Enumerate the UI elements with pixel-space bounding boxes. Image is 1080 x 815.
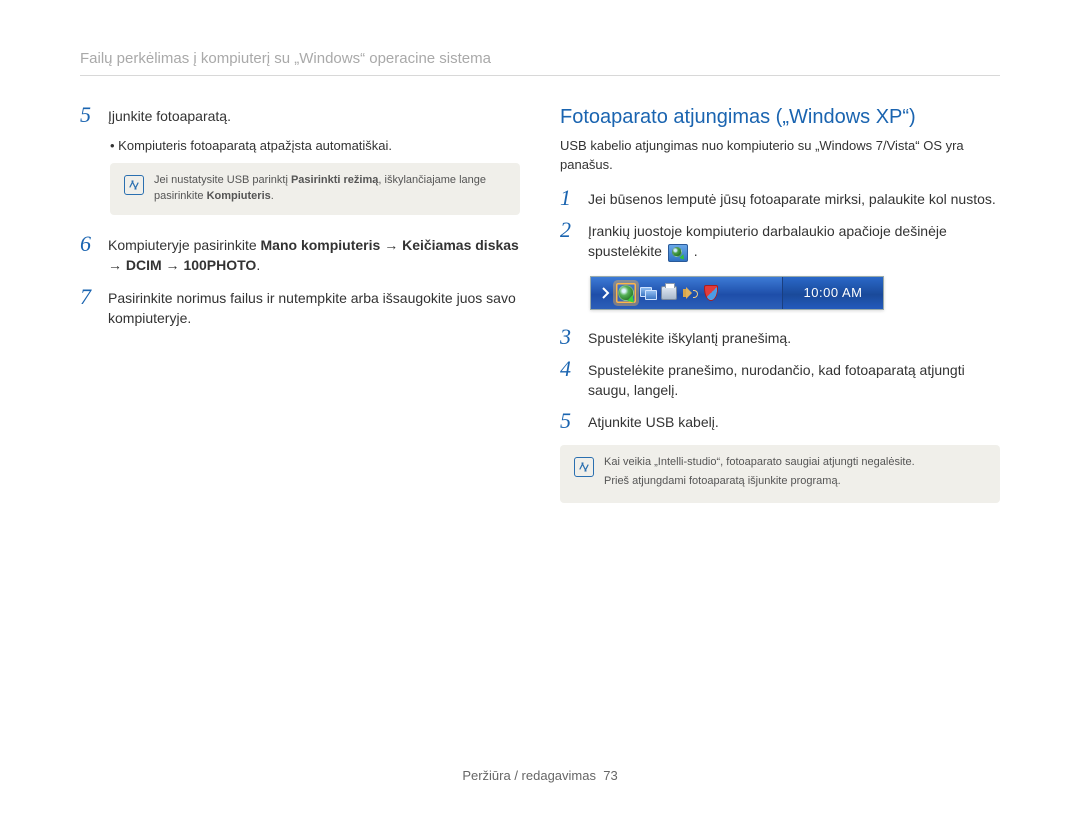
page-footer: Peržiūra / redagavimas 73 — [0, 768, 1080, 783]
footer-label: Peržiūra / redagavimas — [462, 768, 596, 783]
safely-remove-icon — [668, 244, 688, 262]
step-text: Įjunkite fotoaparatą. — [108, 106, 520, 126]
note-text: Jei nustatysite USB parinktį Pasirinkti … — [154, 173, 506, 205]
step-text: Įrankių juostoje kompiuterio darbalaukio… — [588, 221, 1000, 262]
step-number: 6 — [80, 233, 108, 255]
step-text: Atjunkite USB kabelį. — [588, 412, 1000, 432]
step-number: 5 — [80, 104, 108, 126]
section-heading: Fotoaparato atjungimas („Windows XP“) — [560, 106, 1000, 129]
footer-page-number: 73 — [603, 768, 617, 783]
manual-page: Failų perkėlimas į kompiuterį su „Window… — [0, 0, 1080, 815]
step-number: 3 — [560, 326, 588, 348]
step5-bullet: Kompiuteris fotoaparatą atpažįsta automa… — [110, 138, 520, 153]
taskbar-clock: 10:00 AM — [782, 277, 883, 309]
volume-tray-icon[interactable] — [681, 284, 699, 302]
left-column: 5 Įjunkite fotoaparatą. Kompiuteris foto… — [80, 106, 520, 523]
step-3: 3 Spustelėkite iškylantį pranešimą. — [560, 328, 1000, 348]
step-text: Spustelėkite iškylantį pranešimą. — [588, 328, 1000, 348]
security-center-tray-icon[interactable] — [702, 284, 720, 302]
note-box-left: Jei nustatysite USB parinktį Pasirinkti … — [110, 163, 520, 215]
note-box-right: Kai veikia „Intelli-studio“, fotoaparato… — [560, 445, 1000, 503]
step-number: 5 — [560, 410, 588, 432]
page-header: Failų perkėlimas į kompiuterį su „Window… — [80, 50, 1000, 76]
two-column-layout: 5 Įjunkite fotoaparatą. Kompiuteris foto… — [80, 106, 1000, 523]
step5-bullet-list: Kompiuteris fotoaparatą atpažįsta automa… — [110, 138, 520, 153]
step-6: 6 Kompiuteryje pasirinkite Mano kompiute… — [80, 235, 520, 276]
step-text: Kompiuteryje pasirinkite Mano kompiuteri… — [108, 235, 520, 276]
step-text: Spustelėkite pranešimo, nurodančio, kad … — [588, 360, 1000, 401]
system-tray — [591, 277, 782, 309]
note-icon — [124, 175, 144, 195]
section-intro: USB kabelio atjungimas nuo kompiuterio s… — [560, 137, 1000, 175]
step-number: 7 — [80, 286, 108, 308]
note-text: Kai veikia „Intelli-studio“, fotoaparato… — [604, 455, 915, 493]
printer-tray-icon[interactable] — [660, 284, 678, 302]
step-number: 1 — [560, 187, 588, 209]
network-tray-icon[interactable] — [639, 284, 657, 302]
note-icon — [574, 457, 594, 477]
windows-xp-taskbar: 10:00 AM — [590, 276, 884, 310]
step-5-right: 5 Atjunkite USB kabelį. — [560, 412, 1000, 432]
step-1: 1 Jei būsenos lemputė jūsų fotoaparate m… — [560, 189, 1000, 209]
step-number: 2 — [560, 219, 588, 241]
step-text: Jei būsenos lemputė jūsų fotoaparate mir… — [588, 189, 1000, 209]
right-column: Fotoaparato atjungimas („Windows XP“) US… — [560, 106, 1000, 523]
step-text: Pasirinkite norimus failus ir nutempkite… — [108, 288, 520, 329]
safely-remove-hardware-tray-icon[interactable] — [616, 283, 636, 303]
tray-expand-icon — [597, 277, 613, 309]
step-5: 5 Įjunkite fotoaparatą. — [80, 106, 520, 126]
step-number: 4 — [560, 358, 588, 380]
step-7: 7 Pasirinkite norimus failus ir nutempki… — [80, 288, 520, 329]
step-2: 2 Įrankių juostoje kompiuterio darbalauk… — [560, 221, 1000, 262]
step-4: 4 Spustelėkite pranešimo, nurodančio, ka… — [560, 360, 1000, 401]
